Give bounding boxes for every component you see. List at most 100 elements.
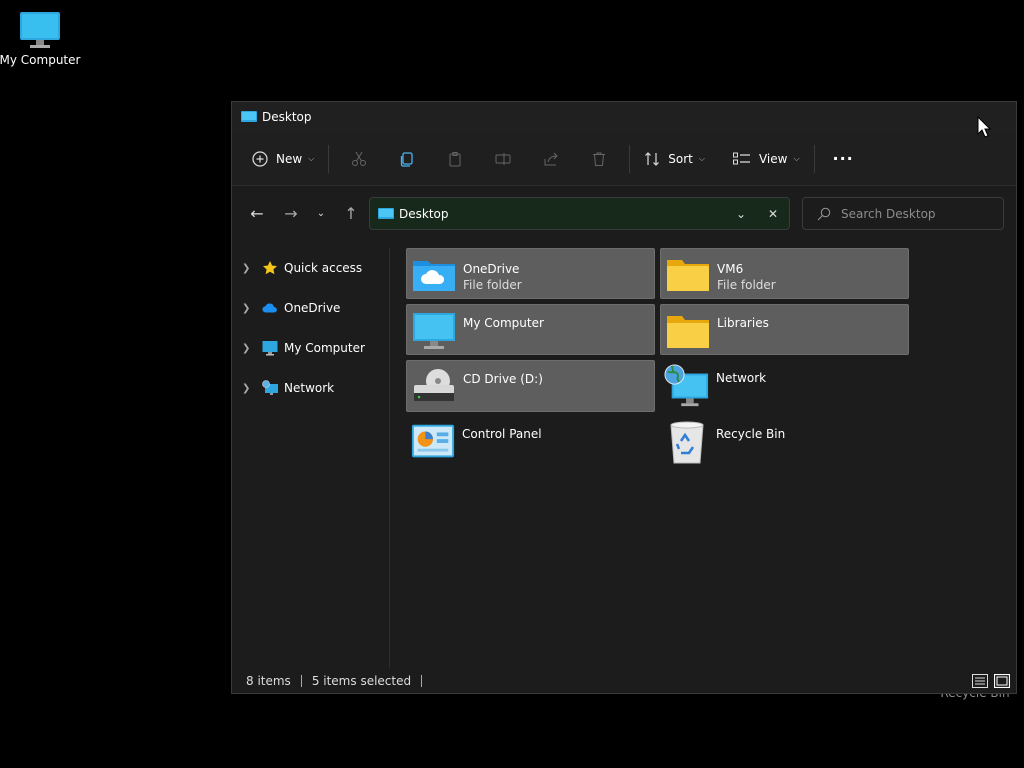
star-icon: [262, 260, 278, 276]
up-button[interactable]: ↑: [336, 198, 366, 228]
toolbar-separator: [813, 144, 815, 173]
search-input[interactable]: [841, 206, 991, 221]
network-icon: [262, 380, 278, 396]
file-item-network[interactable]: Network: [660, 360, 909, 412]
view-button[interactable]: View ⌵: [725, 143, 808, 175]
desktop-my-computer[interactable]: My Computer: [0, 10, 80, 67]
arrow-right-icon: →: [284, 203, 298, 223]
file-name: VM6: [717, 262, 744, 276]
close-icon[interactable]: ✕: [757, 207, 789, 221]
address-dropdown-icon[interactable]: ⌄: [725, 207, 757, 221]
rename-button[interactable]: [479, 143, 527, 175]
sidebar-item-onedrive[interactable]: ❯ OneDrive: [242, 295, 340, 321]
file-item-vm6[interactable]: VM6 File folder: [660, 248, 909, 299]
sidebar-item-network[interactable]: ❯ Network: [242, 375, 334, 401]
file-name: OneDrive: [463, 262, 520, 276]
file-item-cd-drive[interactable]: CD Drive (D:): [406, 360, 655, 412]
file-name: Libraries: [717, 316, 769, 330]
file-type: File folder: [463, 278, 522, 292]
monitor-icon: [20, 12, 60, 48]
toolbar-separator: [629, 144, 631, 173]
monitor-icon: [411, 309, 457, 353]
file-name: My Computer: [463, 316, 544, 330]
address-path[interactable]: Desktop: [399, 207, 449, 221]
trash-icon: [593, 152, 606, 166]
more-options-button[interactable]: ···: [821, 143, 866, 175]
paste-button[interactable]: [431, 143, 479, 175]
sort-button[interactable]: Sort ⌵: [636, 143, 713, 175]
share-icon: [544, 152, 558, 165]
sidebar-item-label: My Computer: [284, 341, 365, 355]
onedrive-folder-icon: [411, 253, 457, 297]
sidebar-item-label: OneDrive: [284, 301, 341, 315]
tiles-view-icon[interactable]: [994, 674, 1010, 688]
new-label: New: [276, 151, 303, 166]
new-button[interactable]: New ⌵: [244, 143, 322, 175]
delete-button[interactable]: [575, 143, 623, 175]
item-count: 8 items: [246, 674, 291, 688]
cd-drive-icon: [411, 365, 457, 409]
chevron-right-icon[interactable]: ❯: [242, 383, 258, 394]
chevron-down-icon: ⌵: [793, 153, 800, 163]
file-item-recycle-bin[interactable]: Recycle Bin: [660, 416, 909, 468]
network-icon: [664, 364, 710, 408]
view-switcher: [972, 674, 1010, 688]
rename-icon: [495, 152, 511, 165]
chevron-right-icon[interactable]: ❯: [242, 343, 258, 354]
cut-button[interactable]: [335, 143, 383, 175]
monitor-icon: [262, 340, 278, 356]
desktop-folder-icon: [241, 111, 257, 122]
forward-button[interactable]: →: [276, 198, 306, 228]
file-explorer-window: Desktop New ⌵ Sort ⌵ View ⌵ ··· ← → ⌄ ↑ …: [231, 101, 1017, 694]
file-type: File folder: [717, 278, 776, 292]
selection-count: 5 items selected: [311, 674, 412, 688]
desktop-folder-icon: [378, 207, 394, 219]
copy-icon: [401, 151, 413, 167]
sidebar-item-my-computer[interactable]: ❯ My Computer: [242, 335, 365, 361]
scissors-icon: [352, 151, 367, 166]
file-item-libraries[interactable]: Libraries: [660, 304, 909, 355]
status-bar: 8 items 5 items selected: [232, 669, 1016, 693]
arrow-left-icon: ←: [250, 203, 264, 223]
navigation-pane: ❯ Quick access ❯ OneDrive ❯ My Computer …: [232, 248, 390, 668]
window-title: Desktop: [262, 110, 312, 124]
title-bar[interactable]: Desktop: [232, 102, 1016, 132]
file-list: OneDrive File folder VM6 File folder My …: [391, 248, 1016, 668]
view-list-icon: [732, 152, 750, 164]
recycle-bin-icon: [664, 420, 710, 464]
desktop-my-computer-label: My Computer: [0, 53, 81, 67]
file-name: Network: [716, 371, 767, 385]
chevron-right-icon[interactable]: ❯: [242, 263, 258, 274]
search-box[interactable]: [802, 197, 1004, 230]
status-divider: [421, 675, 423, 687]
details-view-icon[interactable]: [972, 674, 988, 688]
recent-locations-button[interactable]: ⌄: [306, 198, 336, 228]
chevron-down-icon: ⌄: [316, 207, 326, 219]
toolbar-separator: [328, 144, 330, 173]
file-name: Recycle Bin: [716, 427, 786, 441]
file-item-onedrive[interactable]: OneDrive File folder: [406, 248, 655, 299]
address-bar[interactable]: Desktop ⌄ ✕: [369, 197, 790, 230]
share-button[interactable]: [527, 143, 575, 175]
file-item-control-panel[interactable]: Control Panel: [406, 416, 655, 468]
sidebar-item-label: Quick access: [284, 261, 363, 275]
sort-icon: [645, 151, 660, 166]
sort-label: Sort: [668, 151, 693, 166]
folder-icon: [665, 253, 711, 297]
sidebar-item-quick-access[interactable]: ❯ Quick access: [242, 255, 362, 281]
arrow-up-icon: ↑: [344, 203, 358, 223]
copy-button[interactable]: [383, 143, 431, 175]
plus-circle-icon: [252, 150, 268, 167]
file-name: Control Panel: [462, 427, 542, 441]
chevron-right-icon[interactable]: ❯: [242, 303, 258, 314]
view-label: View: [758, 151, 788, 166]
paste-icon: [449, 151, 461, 166]
status-divider: [300, 675, 302, 687]
search-icon: [817, 207, 831, 220]
file-item-my-computer[interactable]: My Computer: [406, 304, 655, 355]
back-button[interactable]: ←: [242, 198, 272, 228]
mouse-cursor-icon: [977, 116, 991, 138]
file-name: CD Drive (D:): [463, 372, 543, 386]
control-panel-icon: [410, 420, 456, 464]
cloud-icon: [262, 300, 278, 316]
